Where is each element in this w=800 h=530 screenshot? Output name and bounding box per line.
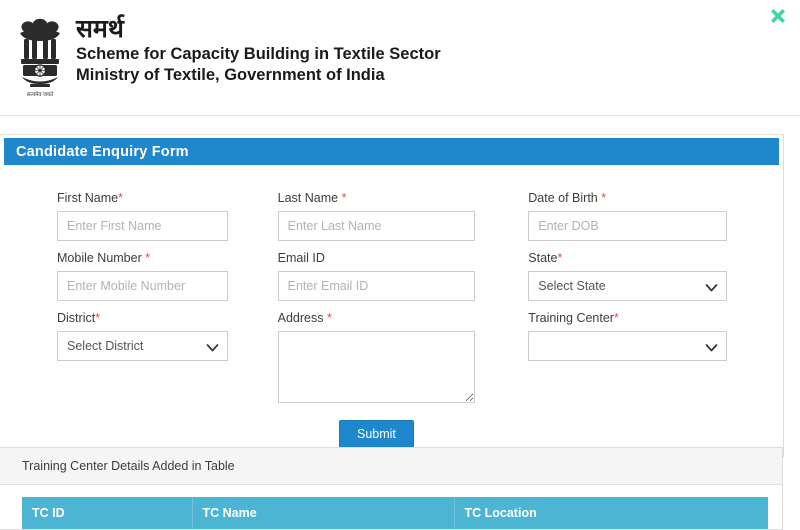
email-id-input[interactable] xyxy=(277,271,476,301)
submit-button[interactable]: Submit xyxy=(339,420,414,448)
label-district-text: District xyxy=(57,311,96,325)
field-last-name: Last Name * xyxy=(277,191,476,241)
field-mobile-number: Mobile Number * xyxy=(57,251,228,301)
label-training-center: Training Center* xyxy=(528,311,727,326)
required-asterisk: * xyxy=(95,311,101,325)
site-header: सत्यमेव जयते समर्थ Scheme for Capacity B… xyxy=(0,0,800,116)
last-name-input[interactable] xyxy=(277,211,476,241)
field-date-of-birth: Date of Birth * xyxy=(528,191,727,241)
label-date-of-birth: Date of Birth * xyxy=(528,191,727,206)
required-asterisk: * xyxy=(326,311,332,325)
table-header-row: TC ID TC Name TC Location xyxy=(22,497,768,529)
field-address: Address * xyxy=(277,311,476,408)
label-email-id: Email ID xyxy=(278,251,476,266)
required-asterisk: * xyxy=(341,191,347,205)
submit-row: Submit xyxy=(20,420,763,448)
label-mobile-number-text: Mobile Number xyxy=(57,251,142,265)
district-select[interactable]: Select District xyxy=(57,331,228,361)
form-column-1: First Name* Mobile Number * District* xyxy=(20,191,268,418)
training-center-select[interactable] xyxy=(528,331,727,361)
label-date-of-birth-text: Date of Birth xyxy=(528,191,598,205)
table-header-tc-id[interactable]: TC ID xyxy=(22,497,193,529)
date-of-birth-input[interactable] xyxy=(528,211,727,241)
required-asterisk: * xyxy=(118,191,123,205)
label-district: District* xyxy=(57,311,228,326)
field-first-name: First Name* xyxy=(57,191,228,241)
label-address-text: Address xyxy=(277,311,324,325)
training-center-details-caption: Training Center Details Added in Table xyxy=(0,448,782,485)
training-center-details-section: Training Center Details Added in Table T… xyxy=(0,447,783,530)
field-training-center: Training Center* xyxy=(528,311,727,361)
required-asterisk: * xyxy=(613,311,619,325)
panel-title: Candidate Enquiry Form xyxy=(16,144,189,160)
required-asterisk: * xyxy=(601,191,607,205)
label-last-name: Last Name * xyxy=(278,191,476,206)
label-state-text: State xyxy=(528,251,558,265)
label-state: State* xyxy=(528,251,727,266)
field-district: District* Select District xyxy=(57,311,228,361)
candidate-enquiry-panel: Candidate Enquiry Form First Name* Mobil… xyxy=(0,134,784,457)
training-center-table: TC ID TC Name TC Location xyxy=(22,497,768,529)
scheme-subtitle-line1: Scheme for Capacity Building in Textile … xyxy=(76,45,441,64)
table-header-tc-location[interactable]: TC Location xyxy=(454,497,768,529)
label-last-name-text: Last Name xyxy=(277,191,339,205)
emblem-motto-text: सत्यमेव जयते xyxy=(27,91,54,98)
label-first-name: First Name* xyxy=(57,191,228,206)
label-first-name-text: First Name xyxy=(57,191,119,205)
label-training-center-text: Training Center xyxy=(528,311,614,325)
mobile-number-input[interactable] xyxy=(57,271,228,301)
panel-header-bar: Candidate Enquiry Form xyxy=(4,138,779,165)
ashoka-lion-capital-emblem: सत्यमेव जयते xyxy=(14,14,66,100)
label-email-id-text: Email ID xyxy=(277,251,325,265)
submit-spacer xyxy=(515,420,763,448)
submit-spacer xyxy=(20,420,268,448)
label-address: Address * xyxy=(278,311,476,326)
scheme-subtitle-line2: Ministry of Textile, Government of India xyxy=(76,66,385,85)
scheme-hindi-title: समर्थ xyxy=(76,14,124,43)
label-mobile-number: Mobile Number * xyxy=(57,251,228,266)
address-textarea[interactable] xyxy=(277,331,476,403)
state-select[interactable]: Select State xyxy=(528,271,727,301)
first-name-input[interactable] xyxy=(57,211,228,241)
close-icon[interactable] xyxy=(764,2,792,30)
field-state: State* Select State xyxy=(528,251,727,301)
required-asterisk: * xyxy=(145,251,151,265)
form-column-2: Last Name * Email ID Address * xyxy=(268,191,516,418)
candidate-enquiry-form: First Name* Mobile Number * District* xyxy=(0,165,783,456)
form-column-3: Date of Birth * State* Select State xyxy=(515,191,763,418)
required-asterisk: * xyxy=(557,251,563,265)
table-header-tc-name[interactable]: TC Name xyxy=(192,497,455,529)
field-email-id: Email ID xyxy=(277,251,476,301)
